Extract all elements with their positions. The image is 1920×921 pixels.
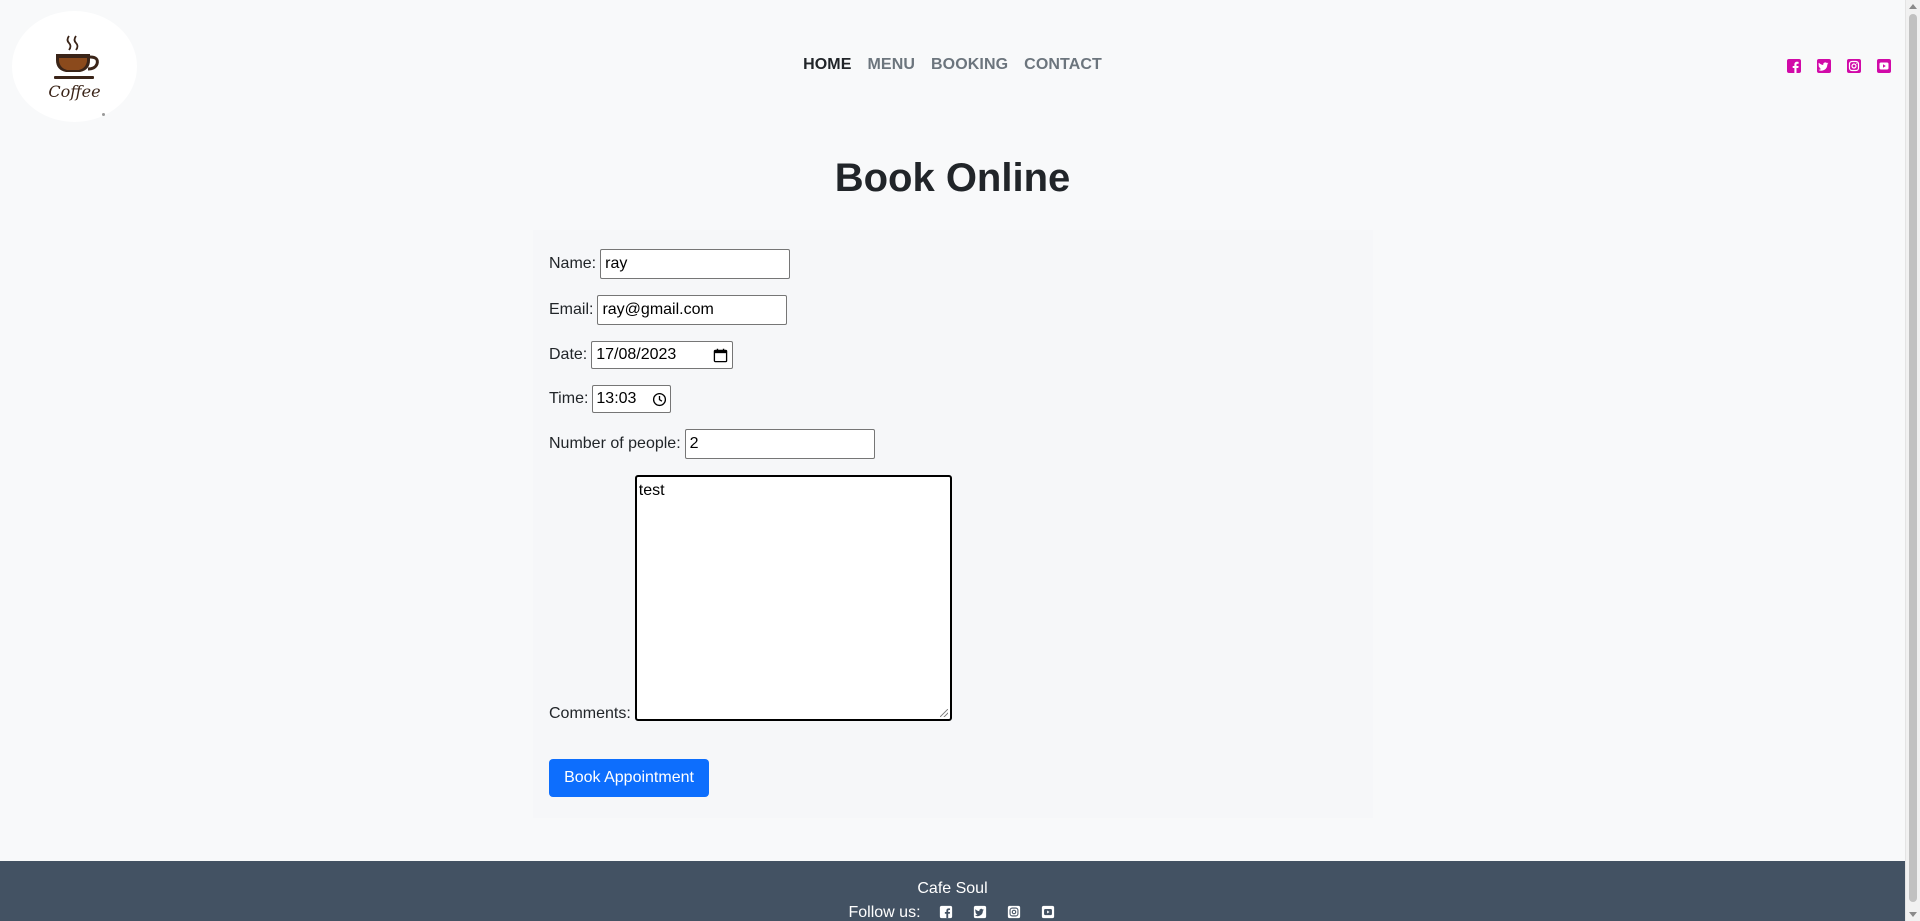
- comments-textarea[interactable]: test: [634, 475, 952, 721]
- youtube-icon[interactable]: [1876, 58, 1892, 74]
- clock-icon[interactable]: [652, 392, 667, 407]
- instagram-icon[interactable]: [1007, 905, 1023, 921]
- date-value: 17/08/2023: [596, 346, 677, 363]
- nav-contact[interactable]: CONTACT: [1024, 56, 1102, 74]
- name-row: Name: ray: [549, 249, 791, 279]
- time-row: Time: 13:03: [549, 385, 672, 413]
- footer-social-links: Follow us:: [0, 904, 1905, 921]
- calendar-icon[interactable]: [713, 348, 728, 363]
- time-value: 13:03: [596, 390, 637, 407]
- logo-text: Coffee: [48, 82, 101, 101]
- date-input[interactable]: 17/08/2023: [591, 341, 734, 369]
- time-input[interactable]: 13:03: [592, 385, 672, 413]
- date-row: Date: 17/08/2023: [549, 341, 734, 369]
- resize-handle[interactable]: [939, 709, 948, 717]
- people-label: Number of people:: [549, 435, 681, 452]
- facebook-icon[interactable]: [1786, 58, 1802, 74]
- footer-brand: Cafe Soul: [917, 880, 988, 897]
- nav-home[interactable]: HOME: [803, 56, 851, 74]
- scroll-thumb[interactable]: [1909, 14, 1917, 902]
- instagram-icon[interactable]: [1846, 58, 1862, 74]
- scroll-down-arrow-icon[interactable]: [1909, 912, 1917, 917]
- email-row: Email: ray@gmail.com: [549, 295, 788, 325]
- comments-value: test: [638, 482, 665, 499]
- nav-booking[interactable]: BOOKING: [931, 56, 1008, 74]
- facebook-icon[interactable]: [939, 905, 955, 921]
- name-input[interactable]: ray: [600, 249, 791, 279]
- email-label: Email:: [549, 301, 594, 318]
- youtube-icon[interactable]: [1041, 905, 1057, 921]
- twitter-icon[interactable]: [973, 905, 989, 921]
- nav-menu[interactable]: MENU: [868, 56, 916, 74]
- follow-label: Follow us:: [848, 904, 921, 921]
- book-appointment-button[interactable]: Book Appointment: [549, 759, 709, 797]
- scroll-up-arrow-icon[interactable]: [1909, 4, 1917, 9]
- site-footer: Cafe Soul Follow us:: [0, 861, 1905, 921]
- comments-label: Comments:: [549, 705, 631, 722]
- comments-row: Comments: test: [549, 475, 952, 722]
- page-title: Book Online: [834, 156, 1071, 200]
- email-input[interactable]: ray@gmail.com: [597, 295, 788, 325]
- people-input[interactable]: 2: [684, 429, 875, 459]
- header-social-links: [1786, 58, 1892, 74]
- date-label: Date:: [549, 346, 588, 363]
- twitter-icon[interactable]: [1816, 58, 1832, 74]
- logo-dot: [102, 113, 105, 116]
- time-label: Time:: [549, 390, 589, 407]
- people-row: Number of people: 2: [549, 429, 875, 459]
- name-label: Name:: [549, 255, 597, 272]
- page-scrollbar[interactable]: [1905, 0, 1920, 921]
- main-nav: HOME MENU BOOKING CONTACT: [0, 56, 1905, 74]
